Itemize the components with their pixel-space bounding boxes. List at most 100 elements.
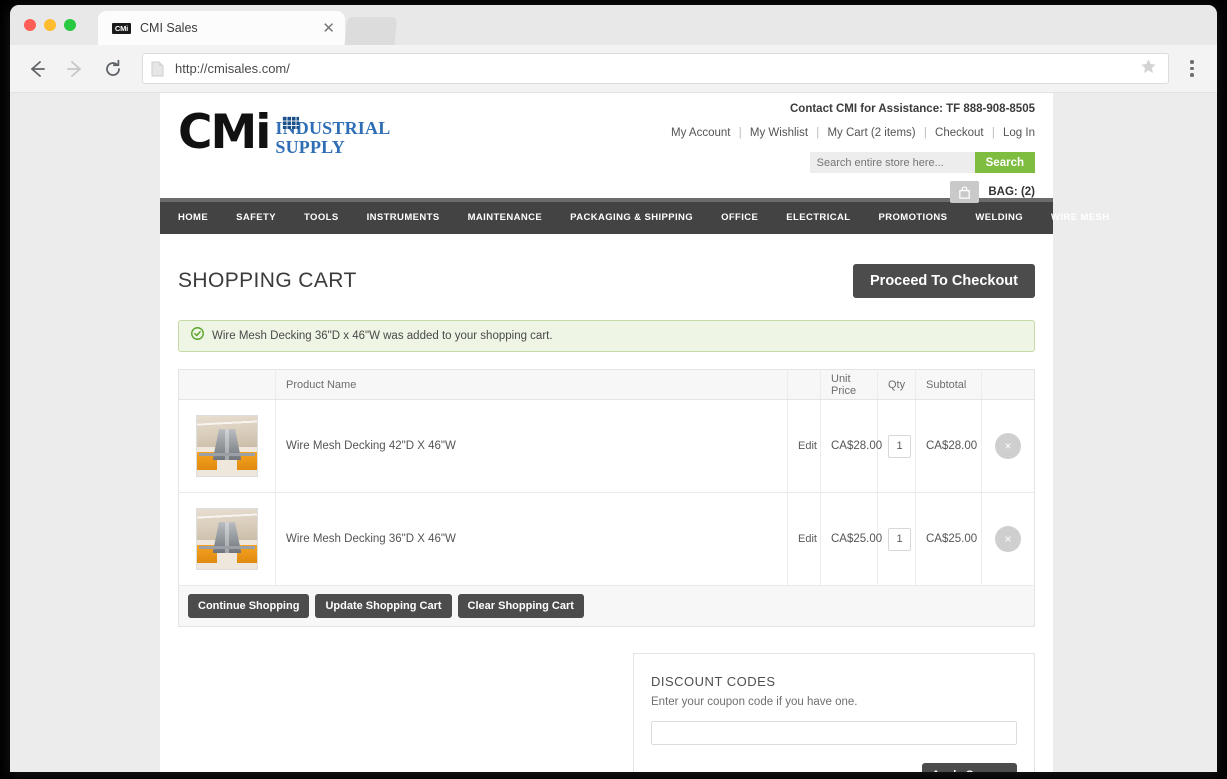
reload-icon[interactable] — [100, 56, 126, 82]
link-separator: | — [923, 127, 927, 139]
link-my-account[interactable]: My Account — [671, 127, 730, 139]
column-unit-price: Unit Price — [820, 369, 878, 400]
column-thumbnail — [178, 369, 276, 400]
tab-title: CMI Sales — [140, 21, 198, 35]
back-icon[interactable] — [24, 56, 50, 82]
link-separator: | — [816, 127, 820, 139]
column-subtotal: Subtotal — [915, 369, 982, 400]
browser-tab[interactable]: CMi CMI Sales ✕ — [98, 11, 345, 45]
tab-favicon-icon: CMi — [112, 22, 131, 34]
maximize-window-button[interactable] — [64, 19, 76, 31]
close-window-button[interactable] — [24, 19, 36, 31]
lower-spacer — [178, 653, 633, 772]
page-title: SHOPPING CART — [178, 269, 357, 292]
close-tab-icon[interactable]: ✕ — [316, 21, 335, 36]
search-input[interactable] — [809, 152, 975, 173]
search-button[interactable]: Search — [974, 152, 1035, 173]
proceed-to-checkout-button[interactable]: Proceed To Checkout — [853, 264, 1035, 298]
table-row: Wire Mesh Decking 42"D X 46"W Edit CA$28… — [178, 399, 1035, 493]
continue-shopping-button[interactable]: Continue Shopping — [188, 594, 310, 618]
subtotal-cell: CA$28.00 — [915, 399, 982, 493]
product-thumbnail-cell[interactable] — [178, 492, 276, 586]
success-check-icon — [191, 327, 204, 345]
edit-cell: Edit — [787, 492, 821, 586]
nav-item-home[interactable]: HOME — [164, 202, 222, 234]
product-name-cell: Wire Mesh Decking 36"D X 46"W — [275, 492, 788, 586]
shopping-bag-icon[interactable] — [950, 181, 980, 203]
column-edit — [787, 369, 821, 400]
header-right: Contact CMI for Assistance: TF 888-908-8… — [671, 103, 1035, 203]
subtotal-cell: CA$25.00 — [915, 492, 982, 586]
success-message: Wire Mesh Decking 36"D x 46"W was added … — [178, 320, 1035, 352]
column-product-name: Product Name — [275, 369, 788, 400]
page-document-icon — [151, 61, 164, 77]
clear-shopping-cart-button[interactable]: Clear Shopping Cart — [457, 594, 584, 618]
nav-item-tools[interactable]: TOOLS — [290, 202, 353, 234]
discount-codes-panel: DISCOUNT CODES Enter your coupon code if… — [633, 653, 1035, 772]
minimize-window-button[interactable] — [44, 19, 56, 31]
product-image[interactable] — [196, 508, 258, 570]
link-my-wishlist[interactable]: My Wishlist — [750, 127, 808, 139]
nav-item-wire-mesh[interactable]: WIRE MESH — [1037, 202, 1124, 234]
column-qty: Qty — [877, 369, 916, 400]
product-thumbnail-cell[interactable] — [178, 399, 276, 493]
update-shopping-cart-button[interactable]: Update Shopping Cart — [315, 594, 452, 618]
new-tab-button[interactable] — [344, 17, 398, 45]
quantity-input[interactable] — [888, 527, 911, 551]
discount-codes-subtitle: Enter your coupon code if you have one. — [651, 696, 858, 708]
unit-price-cell: CA$25.00 — [820, 492, 882, 586]
nav-item-instruments[interactable]: INSTRUMENTS — [353, 202, 454, 234]
remove-item-button[interactable]: × — [995, 433, 1021, 459]
cart-actions-bar: Continue Shopping Update Shopping Cart C… — [178, 586, 1035, 627]
quantity-input[interactable] — [888, 434, 911, 458]
nav-item-safety[interactable]: SAFETY — [222, 202, 290, 234]
remove-cell: × — [981, 399, 1035, 493]
edit-item-link[interactable]: Edit — [798, 533, 817, 545]
bookmark-star-icon[interactable] — [1139, 57, 1158, 81]
forward-icon[interactable] — [62, 56, 88, 82]
nav-item-maintenance[interactable]: MAINTENANCE — [454, 202, 557, 234]
edit-item-link[interactable]: Edit — [798, 440, 817, 452]
address-bar[interactable]: http://cmisales.com/ — [142, 53, 1169, 84]
search-row: Search — [671, 152, 1035, 173]
cart-table-body: Wire Mesh Decking 42"D X 46"W Edit CA$28… — [178, 399, 1035, 586]
unit-price-cell: CA$28.00 — [820, 399, 882, 493]
link-my-cart[interactable]: My Cart (2 items) — [827, 127, 915, 139]
link-log-in[interactable]: Log In — [1003, 127, 1035, 139]
url-text: http://cmisales.com/ — [175, 61, 290, 76]
nav-item-promotions[interactable]: PROMOTIONS — [864, 202, 961, 234]
site-logo[interactable]: CMi INDUSTRIAL SUPPLY — [178, 109, 390, 157]
top-links: My Account | My Wishlist | My Cart (2 it… — [671, 127, 1035, 139]
success-message-text: Wire Mesh Decking 36"D x 46"W was added … — [212, 330, 553, 342]
link-checkout[interactable]: Checkout — [935, 127, 984, 139]
logo-subtitle-line2: SUPPLY — [275, 136, 345, 157]
nav-item-packaging-shipping[interactable]: PACKAGING & SHIPPING — [556, 202, 707, 234]
nav-item-office[interactable]: OFFICE — [707, 202, 772, 234]
coupon-code-input[interactable] — [651, 721, 1017, 745]
browser-titlebar: CMi CMI Sales ✕ — [10, 5, 1217, 45]
browser-menu-icon[interactable] — [1181, 60, 1203, 77]
product-image[interactable] — [196, 415, 258, 477]
cart-table-header: Product Name Unit Price Qty Subtotal — [178, 369, 1035, 400]
cart-lower-section: DISCOUNT CODES Enter your coupon code if… — [178, 653, 1035, 772]
product-name-cell: Wire Mesh Decking 42"D X 46"W — [275, 399, 788, 493]
nav-item-electrical[interactable]: ELECTRICAL — [772, 202, 864, 234]
table-header-row: Product Name Unit Price Qty Subtotal — [178, 369, 1035, 400]
main-navigation: HOME SAFETY TOOLS INSTRUMENTS MAINTENANC… — [160, 198, 1109, 234]
window-controls — [24, 19, 76, 31]
browser-toolbar: http://cmisales.com/ — [10, 45, 1217, 93]
cart-header-row: SHOPPING CART Proceed To Checkout — [178, 264, 1035, 298]
page-viewport: CMi INDUSTRIAL SUPPLY Contact CMI for As… — [10, 93, 1217, 772]
page-container: CMi INDUSTRIAL SUPPLY Contact CMI for As… — [160, 93, 1109, 772]
qty-cell — [877, 399, 916, 493]
link-separator: | — [738, 127, 742, 139]
apply-coupon-button[interactable]: Apply Coupon — [921, 763, 1017, 772]
table-row: Wire Mesh Decking 36"D X 46"W Edit CA$25… — [178, 492, 1035, 586]
qty-cell — [877, 492, 916, 586]
link-separator: | — [991, 127, 995, 139]
bag-row[interactable]: BAG: (2) — [671, 181, 1035, 203]
browser-window: CMi CMI Sales ✕ http://cmisales.com/ CMi… — [10, 5, 1217, 772]
logo-grid-icon — [282, 116, 299, 129]
nav-item-welding[interactable]: WELDING — [961, 202, 1037, 234]
remove-item-button[interactable]: × — [995, 526, 1021, 552]
